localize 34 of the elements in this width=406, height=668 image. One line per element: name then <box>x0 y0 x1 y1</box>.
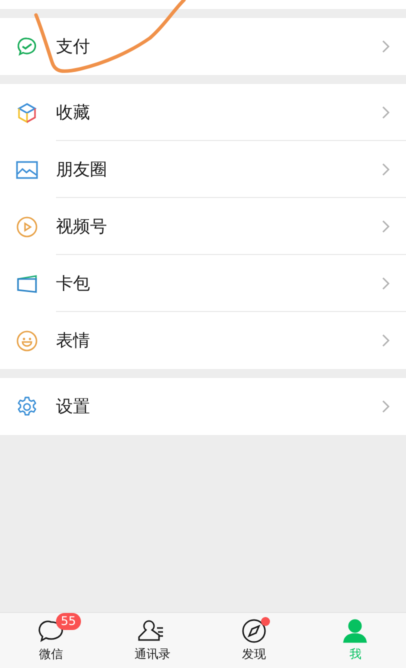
menu-item[interactable]: 卡包 <box>0 255 406 312</box>
image-icon <box>16 160 38 180</box>
chevron-icon <box>382 40 390 53</box>
chevron-icon <box>382 106 390 119</box>
menu-item[interactable]: 设置 <box>0 378 406 435</box>
chevron-icon <box>382 220 390 233</box>
chevron-icon <box>382 277 390 290</box>
cube-icon <box>16 102 38 124</box>
menu-label: 设置 <box>56 396 91 418</box>
menu-item[interactable]: 朋友圈 <box>0 141 406 198</box>
compass-icon <box>240 618 267 644</box>
chat-check-icon <box>16 36 38 58</box>
menu-item[interactable]: 支付 <box>0 18 406 75</box>
wallet-icon <box>16 274 38 294</box>
menu-label: 支付 <box>56 36 91 58</box>
unread-count: 55 <box>56 613 82 630</box>
menu-label: 视频号 <box>56 216 108 238</box>
settings-icon <box>16 396 38 418</box>
chevron-icon <box>382 400 390 413</box>
chevron-icon <box>382 163 390 176</box>
menu-item[interactable]: 收藏 <box>0 84 406 141</box>
tab[interactable]: 55 微信 <box>0 613 102 668</box>
play-circle-icon <box>16 216 38 238</box>
tab[interactable]: 通讯录 <box>102 613 203 668</box>
smiley-icon <box>16 330 38 352</box>
tab[interactable]: 发现 <box>203 613 304 668</box>
menu-label: 卡包 <box>56 273 91 295</box>
menu-item[interactable]: 表情 <box>0 312 406 369</box>
menu-label: 收藏 <box>56 102 91 124</box>
menu-label: 朋友圈 <box>56 159 108 181</box>
menu-item[interactable]: 视频号 <box>0 198 406 255</box>
chevron-icon <box>382 334 390 347</box>
person-icon <box>342 618 368 644</box>
menu-label: 表情 <box>56 330 91 352</box>
